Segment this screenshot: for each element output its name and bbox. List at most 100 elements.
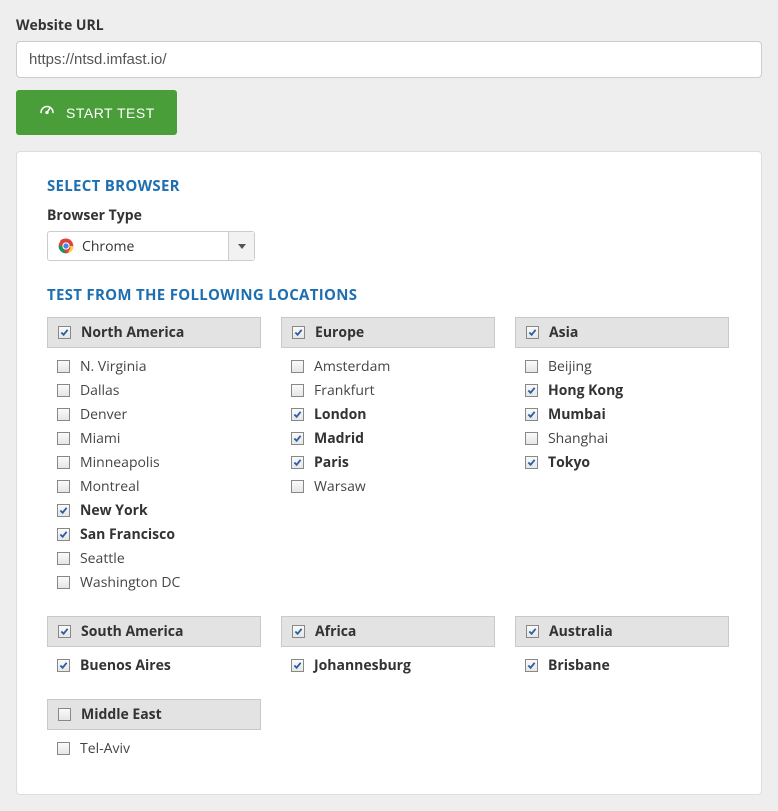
region-north-america: North America N. Virginia Dallas Denver Miam… <box>47 317 261 598</box>
location-list: Amsterdam Frankfurt London MadridParisWarsa… <box>281 348 495 502</box>
chrome-icon <box>58 238 74 254</box>
location-list: Buenos Aires <box>47 647 261 681</box>
checkbox-unchecked-icon[interactable] <box>291 360 304 373</box>
checkbox-unchecked-icon[interactable] <box>58 708 71 721</box>
checkbox-checked-icon[interactable] <box>525 659 538 672</box>
location-label: Beijing <box>548 357 592 376</box>
locations-section-title: TEST FROM THE FOLLOWING LOCATIONS <box>47 285 731 305</box>
location-item[interactable]: Paris <box>291 450 485 474</box>
browser-type-label: Browser Type <box>47 206 731 225</box>
location-item[interactable]: New York <box>57 498 251 522</box>
checkbox-checked-icon[interactable] <box>58 326 71 339</box>
checkbox-checked-icon[interactable] <box>58 625 71 638</box>
location-item[interactable]: Frankfurt <box>291 378 485 402</box>
location-item[interactable]: Montreal <box>57 474 251 498</box>
location-item[interactable]: Minneapolis <box>57 450 251 474</box>
checkbox-unchecked-icon[interactable] <box>57 456 70 469</box>
location-item[interactable]: Madrid <box>291 426 485 450</box>
location-item[interactable]: Mumbai <box>525 402 719 426</box>
speedometer-icon <box>38 102 56 123</box>
location-list: Beijing Hong Kong Mumbai Shanghai Tokyo <box>515 348 729 478</box>
region-header[interactable]: Middle East <box>47 699 261 730</box>
region-header-label: South America <box>81 622 183 641</box>
location-label: N. Virginia <box>80 357 147 376</box>
location-item[interactable]: Buenos Aires <box>57 653 251 677</box>
location-item[interactable]: Brisbane <box>525 653 719 677</box>
url-label: Website URL <box>16 16 762 35</box>
location-label: London <box>314 405 367 424</box>
checkbox-checked-icon[interactable] <box>291 432 304 445</box>
location-label: New York <box>80 501 148 520</box>
location-item[interactable]: Shanghai <box>525 426 719 450</box>
location-label: Brisbane <box>548 656 610 675</box>
location-item[interactable]: N. Virginia <box>57 354 251 378</box>
checkbox-unchecked-icon[interactable] <box>525 360 538 373</box>
region-header[interactable]: North America <box>47 317 261 348</box>
location-item[interactable]: Seattle <box>57 546 251 570</box>
region-header[interactable]: Europe <box>281 317 495 348</box>
checkbox-unchecked-icon[interactable] <box>291 384 304 397</box>
location-item[interactable]: San Francisco <box>57 522 251 546</box>
checkbox-unchecked-icon[interactable] <box>57 408 70 421</box>
location-label: Denver <box>80 405 127 424</box>
region-header[interactable]: Africa <box>281 616 495 647</box>
location-item[interactable]: Beijing <box>525 354 719 378</box>
checkbox-checked-icon[interactable] <box>291 456 304 469</box>
location-item[interactable]: Miami <box>57 426 251 450</box>
checkbox-unchecked-icon[interactable] <box>57 360 70 373</box>
location-label: Johannesburg <box>314 656 411 675</box>
location-item[interactable]: Tokyo <box>525 450 719 474</box>
location-label: Hong Kong <box>548 381 623 400</box>
location-item[interactable]: Warsaw <box>291 474 485 498</box>
region-middle-east: Middle East Tel-Aviv <box>47 699 261 764</box>
dropdown-caret[interactable] <box>228 232 254 260</box>
checkbox-checked-icon[interactable] <box>292 625 305 638</box>
region-header[interactable]: Asia <box>515 317 729 348</box>
region-header[interactable]: Australia <box>515 616 729 647</box>
checkbox-checked-icon[interactable] <box>525 408 538 421</box>
location-item[interactable]: Hong Kong <box>525 378 719 402</box>
checkbox-checked-icon[interactable] <box>291 408 304 421</box>
url-input[interactable] <box>16 41 762 78</box>
checkbox-checked-icon[interactable] <box>526 625 539 638</box>
region-asia: Asia Beijing Hong Kong Mumbai Shanghai Tokyo <box>515 317 729 598</box>
location-label: Minneapolis <box>80 453 160 472</box>
checkbox-unchecked-icon[interactable] <box>57 742 70 755</box>
region-header-label: North America <box>81 323 184 342</box>
location-item[interactable]: Tel-Aviv <box>57 736 251 760</box>
location-label: Tokyo <box>548 453 590 472</box>
checkbox-checked-icon[interactable] <box>57 528 70 541</box>
region-header-label: Africa <box>315 622 356 641</box>
checkbox-unchecked-icon[interactable] <box>57 552 70 565</box>
location-item[interactable]: Washington DC <box>57 570 251 594</box>
checkbox-checked-icon[interactable] <box>57 659 70 672</box>
checkbox-checked-icon[interactable] <box>525 456 538 469</box>
location-item[interactable]: Amsterdam <box>291 354 485 378</box>
checkbox-checked-icon[interactable] <box>526 326 539 339</box>
browser-section-title: SELECT BROWSER <box>47 176 731 196</box>
location-label: Seattle <box>80 549 125 568</box>
checkbox-unchecked-icon[interactable] <box>291 480 304 493</box>
checkbox-unchecked-icon[interactable] <box>525 432 538 445</box>
checkbox-checked-icon[interactable] <box>292 326 305 339</box>
settings-panel: SELECT BROWSER Browser Type Chrome <box>16 151 762 795</box>
location-item[interactable]: Dallas <box>57 378 251 402</box>
checkbox-checked-icon[interactable] <box>291 659 304 672</box>
checkbox-checked-icon[interactable] <box>57 504 70 517</box>
region-header-label: Australia <box>549 622 613 641</box>
checkbox-checked-icon[interactable] <box>525 384 538 397</box>
location-label: Amsterdam <box>314 357 390 376</box>
browser-selected-value: Chrome <box>82 237 134 256</box>
checkbox-unchecked-icon[interactable] <box>57 432 70 445</box>
start-test-button[interactable]: START TEST <box>16 90 177 135</box>
location-item[interactable]: Denver <box>57 402 251 426</box>
checkbox-unchecked-icon[interactable] <box>57 576 70 589</box>
region-header[interactable]: South America <box>47 616 261 647</box>
location-item[interactable]: Johannesburg <box>291 653 485 677</box>
browser-select[interactable]: Chrome <box>47 231 255 261</box>
location-item[interactable]: London <box>291 402 485 426</box>
region-header-label: Asia <box>549 323 578 342</box>
checkbox-unchecked-icon[interactable] <box>57 384 70 397</box>
checkbox-unchecked-icon[interactable] <box>57 480 70 493</box>
location-label: Shanghai <box>548 429 608 448</box>
